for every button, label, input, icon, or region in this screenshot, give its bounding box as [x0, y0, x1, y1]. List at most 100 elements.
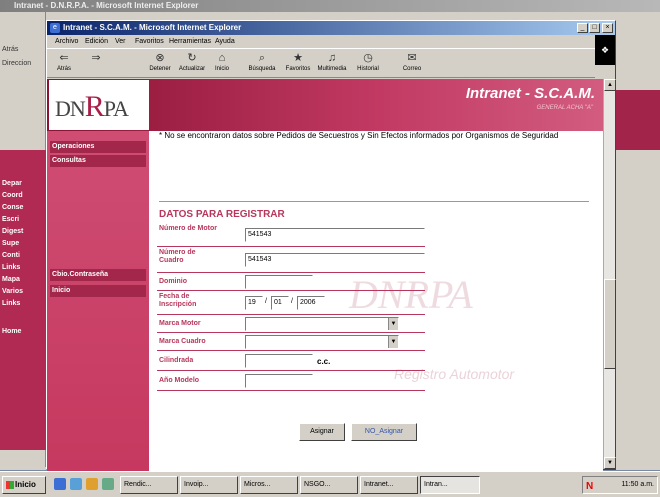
- scroll-down-icon[interactable]: ▼: [604, 457, 616, 469]
- favorites-icon: ★: [293, 52, 303, 64]
- sidebar-item-inicio[interactable]: Inicio: [50, 285, 146, 297]
- menu-ayuda[interactable]: Ayuda: [215, 35, 235, 48]
- outlook-quicklaunch-icon[interactable]: [86, 478, 98, 490]
- menu-favoritos[interactable]: Favoritos: [135, 35, 164, 48]
- back-button[interactable]: ⇐ Atrás: [49, 51, 79, 77]
- dominio-input[interactable]: [245, 275, 313, 289]
- anio-modelo-input[interactable]: [245, 374, 313, 388]
- home-button[interactable]: ⌂ Inicio: [207, 51, 237, 77]
- menu-bar: Archivo Edición Ver Favoritos Herramient…: [47, 35, 615, 48]
- form-row-dominio: Dominio: [157, 273, 425, 291]
- form-row-numero-motor: Número de Motor 541543: [157, 223, 425, 247]
- close-button[interactable]: ×: [602, 23, 613, 33]
- scroll-up-icon[interactable]: ▲: [604, 79, 616, 91]
- taskbar-item[interactable]: Invoip...: [180, 476, 238, 494]
- back-sidebar-item[interactable]: Conse: [2, 204, 23, 211]
- stop-button[interactable]: ⊗ Detener: [145, 51, 175, 77]
- marca-cuadro-label: Marca Cuadro: [159, 338, 206, 345]
- sidebar-item-operaciones[interactable]: Operaciones: [50, 141, 146, 153]
- back-sidebar-item[interactable]: Coord: [2, 192, 23, 199]
- numero-motor-label: Número de Motor: [159, 225, 217, 232]
- back-sidebar-item[interactable]: Conti: [2, 252, 20, 259]
- background-sidebar: Depar Coord Conse Escri Digest Supe Cont…: [0, 150, 46, 450]
- back-sidebar-item[interactable]: Varios: [2, 288, 23, 295]
- form-row-cilindrada: Cilindrada c.c.: [157, 351, 425, 371]
- taskbar-item[interactable]: Intranet...: [360, 476, 418, 494]
- stop-icon: ⊗: [155, 52, 165, 64]
- system-tray: N 11:50 a.m.: [582, 476, 658, 494]
- back-sidebar-item[interactable]: Depar: [2, 180, 22, 187]
- numero-cuadro-label: Número de Cuadro: [159, 249, 196, 264]
- refresh-icon: ↻: [187, 52, 197, 64]
- refresh-button[interactable]: ↻ Actualizar: [177, 51, 207, 77]
- fecha-anio-input[interactable]: 2006: [297, 296, 325, 310]
- numero-motor-input[interactable]: 541543: [245, 228, 425, 242]
- ie-logo-icon: e: [50, 23, 60, 33]
- tray-clock[interactable]: 11:50 a.m.: [621, 481, 654, 488]
- marca-cuadro-select[interactable]: ▼: [245, 335, 399, 349]
- numero-cuadro-input[interactable]: 541543: [245, 253, 425, 267]
- media-icon: ♫: [327, 52, 337, 64]
- fecha-separator: /: [291, 298, 293, 305]
- no-asignar-button[interactable]: NO_Asignar: [351, 423, 417, 441]
- marca-motor-label: Marca Motor: [159, 320, 201, 327]
- menu-archivo[interactable]: Archivo: [55, 35, 78, 48]
- back-atras-label[interactable]: Atrás: [2, 46, 18, 53]
- back-sidebar-item[interactable]: Links: [2, 264, 20, 271]
- fecha-mes-input[interactable]: 01: [271, 296, 289, 310]
- tray-n-icon[interactable]: N: [586, 479, 593, 495]
- forward-button[interactable]: ⇒: [81, 51, 111, 77]
- back-sidebar-item[interactable]: Escri: [2, 216, 19, 223]
- minimize-button[interactable]: _: [577, 23, 588, 33]
- vertical-scrollbar[interactable]: ▲ ▼: [603, 79, 616, 469]
- taskbar-item[interactable]: NSGO...: [300, 476, 358, 494]
- desktop-quicklaunch-icon[interactable]: [70, 478, 82, 490]
- chevron-down-icon[interactable]: ▼: [388, 336, 398, 348]
- search-button[interactable]: ⌕ Búsqueda: [247, 51, 277, 77]
- forward-arrow-icon: ⇒: [91, 52, 101, 64]
- search-icon: ⌕: [258, 52, 266, 64]
- menu-herramientas[interactable]: Herramientas: [169, 35, 211, 48]
- background-window-title[interactable]: Intranet - D.N.R.P.A. - Microsoft Intern…: [0, 0, 660, 12]
- back-arrow-icon: ⇐: [59, 52, 69, 64]
- scrollbar-thumb[interactable]: [604, 279, 616, 369]
- maximize-button[interactable]: □: [589, 23, 600, 33]
- taskbar-item[interactable]: Micros...: [240, 476, 298, 494]
- form-row-marca-cuadro: Marca Cuadro ▼: [157, 333, 425, 351]
- window-titlebar[interactable]: Intranet - S.C.A.M. - Microsoft Internet…: [47, 21, 615, 35]
- taskbar-item-active[interactable]: Intran...: [420, 476, 480, 494]
- marca-motor-select[interactable]: ▼: [245, 317, 399, 331]
- anio-modelo-label: Año Modelo: [159, 377, 200, 384]
- page-header: DNRPA Intranet - S.C.A.M. GENERAL ACHA "…: [47, 79, 603, 131]
- media-button[interactable]: ♫ Multimedia: [317, 51, 347, 77]
- menu-ver[interactable]: Ver: [115, 35, 126, 48]
- back-sidebar-item[interactable]: Digest: [2, 228, 23, 235]
- taskbar: Inicio Rendic... Invoip... Micros... NSG…: [0, 471, 660, 497]
- ie-quicklaunch-icon[interactable]: [54, 478, 66, 490]
- mail-button[interactable]: ✉ Correo: [397, 51, 427, 77]
- back-sidebar-item[interactable]: Supe: [2, 240, 19, 247]
- back-sidebar-item[interactable]: Home: [2, 328, 21, 335]
- fecha-dia-input[interactable]: 19: [245, 296, 263, 310]
- menu-edicion[interactable]: Edición: [85, 35, 108, 48]
- window-title: Intranet - S.C.A.M. - Microsoft Internet…: [63, 23, 242, 32]
- history-button[interactable]: ◷ Historial: [353, 51, 383, 77]
- mail-icon: ✉: [407, 52, 417, 64]
- cilindrada-input[interactable]: [245, 354, 313, 368]
- media-quicklaunch-icon[interactable]: [102, 478, 114, 490]
- favorites-button[interactable]: ★ Favoritos: [283, 51, 313, 77]
- chevron-down-icon[interactable]: ▼: [388, 318, 398, 330]
- registration-form: Número de Motor 541543 Número de Cuadro …: [157, 223, 425, 408]
- start-button[interactable]: Inicio: [2, 476, 46, 494]
- windows-logo-icon: ❖: [595, 35, 615, 65]
- back-direccion-label: Direccion: [2, 60, 32, 67]
- asignar-button[interactable]: Asignar: [299, 423, 345, 441]
- back-sidebar-item[interactable]: Links: [2, 300, 20, 307]
- sidebar-item-cambio-contrasena[interactable]: Cbio.Contraseña: [50, 269, 146, 281]
- form-row-marca-motor: Marca Motor ▼: [157, 315, 425, 333]
- taskbar-item[interactable]: Rendic...: [120, 476, 178, 494]
- sidebar-item-consultas[interactable]: Consultas: [50, 155, 146, 167]
- back-sidebar-item[interactable]: Mapa: [2, 276, 20, 283]
- sidebar-background: [47, 131, 149, 471]
- page-title: Intranet - S.C.A.M.: [465, 85, 595, 102]
